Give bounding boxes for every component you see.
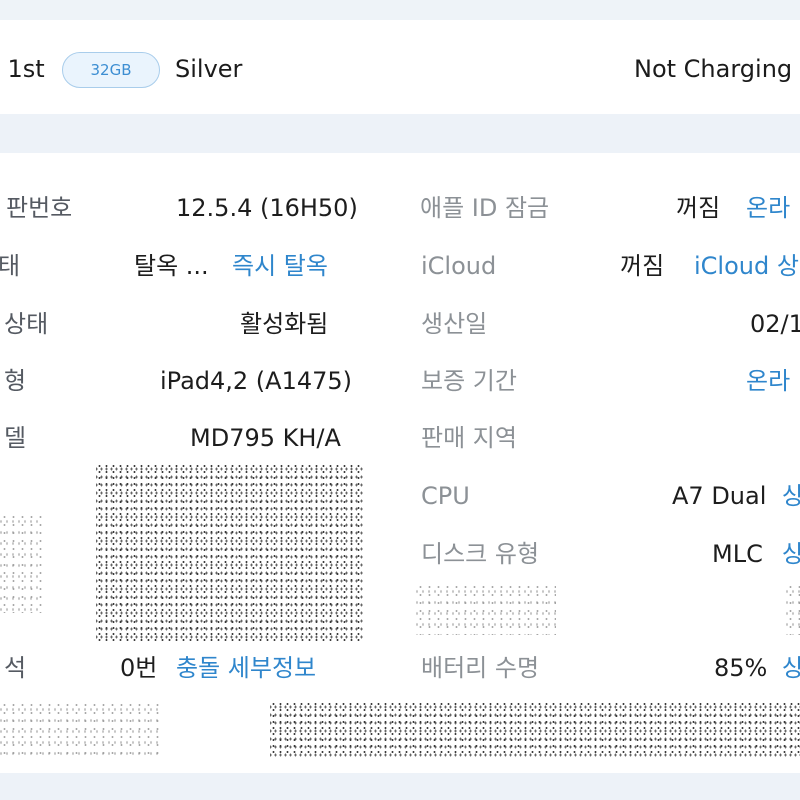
icloud-label: iCloud — [421, 252, 497, 280]
warranty-label: 보증 기간 — [421, 367, 517, 395]
redacted-region — [96, 463, 364, 643]
top-strip — [0, 0, 800, 20]
icloud-details-link[interactable]: iCloud 상 — [694, 249, 799, 283]
redacted-region — [0, 513, 42, 613]
redacted-region — [786, 583, 800, 635]
activation-label: 상태 — [4, 310, 49, 338]
apple-id-online-link[interactable]: 온라 — [746, 191, 790, 225]
redacted-region — [0, 701, 160, 757]
capacity-badge: 32GB — [62, 52, 160, 88]
sales-region-label: 판매 지역 — [421, 424, 517, 452]
battery-details-link[interactable]: 상 — [782, 651, 800, 685]
model-type-label: 형 — [4, 367, 27, 395]
apple-id-lock-value: 꺼짐 — [676, 194, 721, 222]
charging-status: Not Charging — [634, 55, 793, 83]
warranty-online-link[interactable]: 온라 — [746, 364, 790, 398]
redacted-region — [270, 701, 800, 757]
device-color: Silver — [175, 55, 243, 83]
disk-details-link[interactable]: 상 — [782, 537, 800, 571]
crash-count: 0번 — [120, 654, 158, 682]
model-number-value: MD795 KH/A — [190, 424, 341, 452]
apple-id-lock-label: 애플 ID 잠금 — [420, 194, 550, 222]
activation-value: 활성화됨 — [240, 310, 329, 338]
model-number-label: 델 — [4, 424, 27, 452]
redacted-region — [416, 583, 556, 635]
manufacture-date-value: 02/1 — [750, 310, 800, 338]
device-model: r 1st — [0, 55, 45, 83]
crash-label: 석 — [4, 654, 27, 682]
disk-type-value: MLC — [712, 540, 763, 568]
battery-life-label: 배터리 수명 — [421, 654, 540, 682]
jailbreak-value: 탈옥 ... — [134, 252, 209, 280]
cpu-value: A7 Dual — [672, 482, 767, 510]
manufacture-date-label: 생산일 — [421, 310, 488, 338]
disk-type-label: 디스크 유형 — [421, 540, 540, 568]
jailbreak-now-link[interactable]: 즉시 탈옥 — [232, 249, 328, 283]
firmware-value: 12.5.4 (16H50) — [176, 194, 358, 222]
jailbreak-label: 태 — [0, 252, 21, 280]
firmware-label: 판번호 — [6, 194, 73, 222]
model-type-value: iPad4,2 (A1475) — [160, 367, 353, 395]
cpu-label: CPU — [421, 482, 470, 510]
icloud-value: 꺼짐 — [620, 252, 665, 280]
battery-life-value: 85% — [714, 654, 768, 682]
cpu-details-link[interactable]: 상 — [782, 479, 800, 513]
device-summary-card: r 1st 32GB Silver Not Charging — [0, 20, 800, 114]
crash-details-link[interactable]: 충돌 세부정보 — [176, 651, 316, 685]
device-info-card: 판번호 12.5.4 (16H50) 태 탈옥 ... 즉시 탈옥 상태 활성화… — [0, 153, 800, 773]
